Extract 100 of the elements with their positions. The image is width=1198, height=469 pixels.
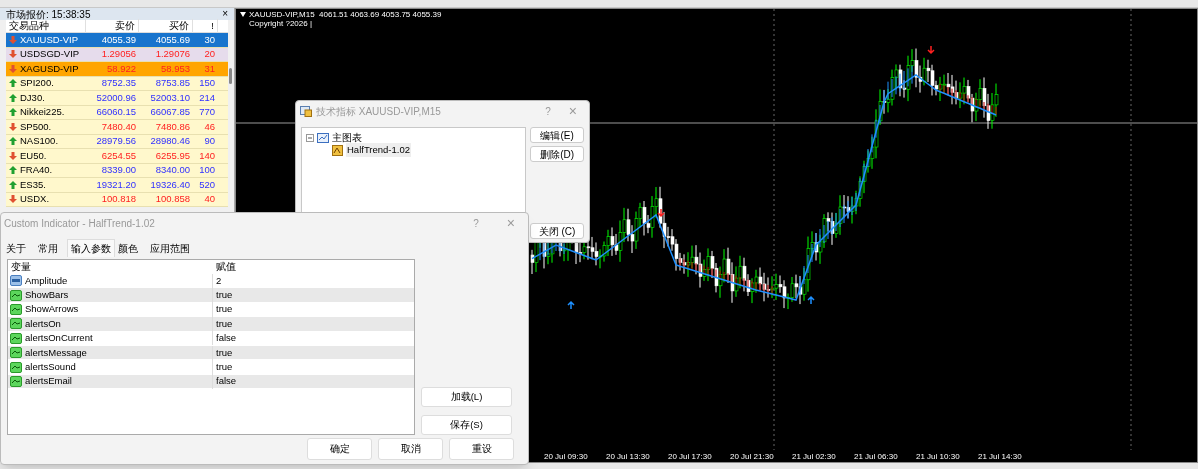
- dialog-button[interactable]: 保存(S): [421, 415, 512, 435]
- parameter-value[interactable]: true: [213, 302, 414, 317]
- table-row[interactable]: DJ30. 52000.96 52003.10 214: [6, 91, 228, 106]
- table-cell-text: 8753.85: [154, 76, 191, 91]
- symbol-text: XAGUSD-VIP: [20, 61, 79, 76]
- close-icon[interactable]: ×: [222, 9, 228, 19]
- table-row[interactable]: ES35. 19321.20 19326.40 520: [6, 178, 228, 193]
- table-cell-text: 140: [198, 148, 216, 163]
- window-title: Custom Indicator - HalfTrend-1.02: [4, 216, 156, 231]
- table-cell-text: 100.858: [154, 192, 191, 207]
- symbol-text: FRA40.: [20, 163, 53, 178]
- number-type-icon: [10, 275, 22, 287]
- time-axis-label: 20 Jul 13:30: [606, 452, 651, 462]
- table-cell-text: 214: [198, 90, 216, 105]
- table-cell-text: 20: [203, 47, 216, 62]
- table-cell-text: 31: [203, 61, 216, 76]
- time-axis-label: 21 Jul 14:30: [978, 452, 1023, 462]
- table-row[interactable]: EU50. 6254.55 6255.95 140: [6, 149, 228, 164]
- parameter-name: alertsSound: [25, 359, 76, 374]
- indicator-icon: [332, 144, 343, 156]
- toggle-type-icon: [10, 289, 22, 301]
- table-cell-text: 8340.00: [154, 163, 191, 178]
- dialog-button[interactable]: 编辑(E): [530, 127, 584, 143]
- table-cell-text: 28979.56: [95, 134, 137, 149]
- table-cell-text: 7480.40: [100, 119, 137, 134]
- up-arrow-icon: [9, 137, 17, 146]
- symbol-text: USDSGD-VIP: [20, 47, 80, 62]
- parameter-value[interactable]: true: [213, 359, 414, 375]
- parameter-value[interactable]: false: [213, 331, 414, 346]
- panel-title: 市场报价: 15:38:35: [6, 8, 91, 20]
- dialog-button[interactable]: 加载(L): [421, 387, 512, 407]
- table-cell-text: 66060.15: [95, 105, 137, 120]
- close-button[interactable]: 关闭 (C): [530, 223, 584, 239]
- chart-symbol-text: XAUUSD-VIP,M15 4061.51 4063.69 4053.75 4055.39: [249, 10, 442, 19]
- time-axis-label: 21 Jul 06:30: [854, 452, 899, 462]
- parameter-value[interactable]: false: [213, 374, 414, 389]
- parameter-value[interactable]: true: [213, 345, 414, 360]
- chart-icon: [317, 133, 329, 143]
- dialog-button[interactable]: 取消: [378, 438, 443, 460]
- parameter-value[interactable]: true: [213, 287, 414, 303]
- symbol-text: USDX.: [20, 192, 50, 207]
- table-row[interactable]: SP500. 7480.40 7480.86 46: [6, 120, 228, 135]
- tab[interactable]: 关于: [3, 239, 35, 257]
- scrollbar-thumb[interactable]: [229, 68, 232, 84]
- symbol-text: XAUUSD-VIP: [20, 32, 79, 47]
- dialog-button[interactable]: 重设: [449, 438, 514, 460]
- symbol-text: EU50.: [20, 148, 47, 163]
- dialog-button[interactable]: 删除(D): [530, 146, 584, 162]
- dropdown-icon[interactable]: [240, 12, 246, 17]
- toggle-type-icon: [10, 304, 22, 315]
- table-cell-text: 58.922: [105, 61, 137, 76]
- table-cell-text: 4055.39: [100, 32, 137, 47]
- window-title: 技术指标 XAUUSD-VIP,M15: [316, 104, 442, 119]
- symbol-text: NAS100.: [20, 134, 59, 149]
- symbol-text: SPI200.: [20, 76, 54, 91]
- tab[interactable]: 常用: [35, 239, 67, 257]
- table-cell-text: 19321.20: [95, 177, 137, 192]
- table-cell-text: 28980.46: [149, 134, 191, 149]
- signal-arrow-icon: [657, 208, 665, 218]
- tree-item[interactable]: HalfTrend-1.02: [306, 144, 522, 156]
- parameter-name: alertsMessage: [25, 345, 87, 360]
- table-cell-text: 1.29056: [100, 47, 137, 62]
- tab[interactable]: 颜色: [115, 239, 147, 257]
- column-header[interactable]: 变量: [8, 259, 213, 275]
- tree-item[interactable]: 主图表: [306, 132, 522, 144]
- table-cell-text: 66067.85: [149, 105, 191, 120]
- parameter-name: alertsOn: [25, 316, 61, 331]
- table-cell-text: 6254.55: [100, 148, 137, 163]
- column-header[interactable]: 赋值: [213, 259, 414, 275]
- table-cell-text: 46: [203, 119, 216, 134]
- parameter-value[interactable]: 2: [213, 273, 414, 288]
- table-row[interactable]: XAUUSD-VIP 4055.39 4055.69 30: [6, 33, 228, 48]
- indicator-icon: [300, 105, 312, 117]
- copyright-text: Copyright ?2026 |: [248, 19, 313, 28]
- table-cell-text: 90: [203, 134, 216, 149]
- parameter-name: ShowBars: [25, 287, 69, 302]
- table-cell-text: 7480.86: [154, 119, 191, 134]
- down-arrow-icon: [9, 122, 17, 131]
- collapse-icon[interactable]: [306, 134, 314, 142]
- dialog-button[interactable]: 确定: [307, 438, 372, 460]
- tree-item-label: 主图表: [332, 130, 362, 145]
- parameter-name: Amplitude: [25, 273, 68, 288]
- table-cell-text: 30: [203, 32, 216, 47]
- toggle-type-icon: [10, 361, 22, 373]
- time-axis-label: 20 Jul 17:30: [668, 452, 713, 462]
- table-cell-text: 150: [198, 76, 216, 91]
- table-cell-text: 6255.95: [154, 148, 191, 163]
- table-cell-text: 100: [198, 163, 216, 178]
- parameter-name: alertsOnCurrent: [25, 331, 93, 346]
- tab[interactable]: 输入参数: [67, 239, 115, 257]
- table-cell-text: 8339.00: [100, 163, 137, 178]
- signal-arrow-icon: [807, 295, 815, 305]
- tab[interactable]: 应用范围: [147, 239, 199, 257]
- parameter-name: alertsEmail: [25, 374, 72, 389]
- time-axis-label: 20 Jul 09:30: [544, 452, 589, 462]
- parameter-value[interactable]: true: [213, 316, 414, 331]
- table-row[interactable]: XAGUSD-VIP 58.922 58.953 31: [6, 62, 228, 77]
- tree-item-label: HalfTrend-1.02: [346, 142, 411, 158]
- toggle-type-icon: [10, 347, 22, 359]
- symbol-text: DJ30.: [20, 90, 45, 105]
